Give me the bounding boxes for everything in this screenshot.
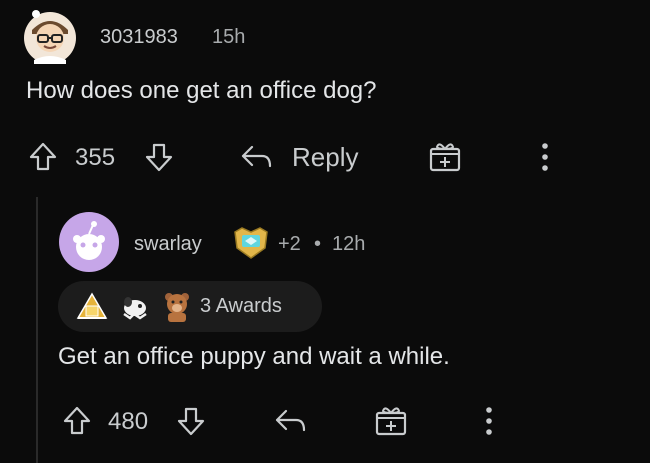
child-avatar[interactable] xyxy=(58,211,120,273)
parent-upvote-icon[interactable] xyxy=(28,141,58,173)
parent-timestamp: 15h xyxy=(212,26,246,48)
child-timestamp: 12h xyxy=(332,233,366,255)
user-flair-badge-icon xyxy=(232,226,270,260)
parent-gift-award-icon[interactable] xyxy=(428,140,462,172)
meta-separator: • xyxy=(314,233,322,255)
child-upvote-icon[interactable] xyxy=(62,405,92,437)
parent-more-options-icon[interactable] xyxy=(538,142,552,172)
wholesome-dog-award-icon xyxy=(120,294,150,320)
parent-comment-text: How does one get an office dog? xyxy=(26,77,377,104)
reply-arrow-icon xyxy=(240,144,272,170)
child-more-options-icon[interactable] xyxy=(482,406,496,436)
parent-reply-button[interactable]: Reply xyxy=(240,140,370,174)
child-reply-icon[interactable] xyxy=(274,408,306,434)
child-karma-delta: +2 xyxy=(278,233,301,255)
parent-avatar[interactable] xyxy=(22,8,78,64)
parent-vote-count: 355 xyxy=(75,144,116,171)
child-downvote-icon[interactable] xyxy=(176,405,206,437)
child-comment-text: Get an office puppy and wait a while. xyxy=(58,343,450,370)
parent-username[interactable]: 3031983 xyxy=(100,26,178,49)
awards-pill[interactable]: 3 Awards xyxy=(58,281,322,332)
thread-line[interactable] xyxy=(36,197,38,463)
parent-reply-label: Reply xyxy=(292,142,359,172)
gold-award-icon xyxy=(76,292,108,322)
bear-award-icon xyxy=(162,291,192,323)
awards-count-label: 3 Awards xyxy=(200,295,282,317)
child-username[interactable]: swarlay xyxy=(134,233,202,256)
child-gift-award-icon[interactable] xyxy=(374,404,408,436)
parent-downvote-icon[interactable] xyxy=(144,141,174,173)
child-vote-count: 480 xyxy=(108,408,149,435)
